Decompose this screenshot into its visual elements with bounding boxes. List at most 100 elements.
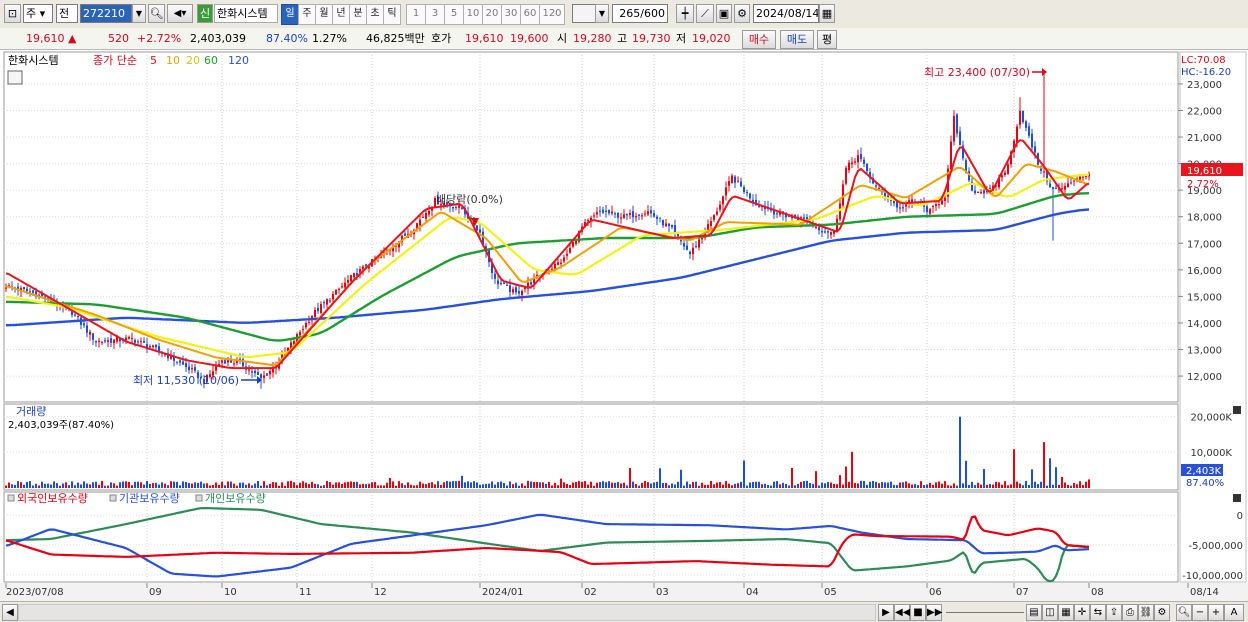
volume-bar xyxy=(173,481,175,488)
link-icon[interactable]: ⛓ xyxy=(1138,604,1154,621)
candle-body xyxy=(608,209,610,214)
crosshair-icon[interactable]: ✛ xyxy=(1074,604,1090,621)
volume-bar xyxy=(272,482,274,488)
compare-icon[interactable]: ⇆ xyxy=(1090,604,1106,621)
forward-icon[interactable]: ▶▶ xyxy=(926,604,942,621)
stock-code-input[interactable]: 272210 xyxy=(80,4,132,23)
volume-bar xyxy=(62,483,64,488)
volume-bar xyxy=(56,483,58,488)
volume-bar xyxy=(692,481,694,488)
prev-select[interactable]: 전 xyxy=(56,4,78,23)
period-tab-4[interactable]: 분 xyxy=(349,4,367,25)
volume-bar xyxy=(131,485,133,488)
zoom-search-icon[interactable]: 🔍︎ xyxy=(1176,604,1192,621)
period-tab-1[interactable]: 주 xyxy=(298,4,316,25)
new-badge[interactable]: 신 xyxy=(197,4,213,23)
zoom-in-icon[interactable]: + xyxy=(1208,604,1224,621)
period-tab-3[interactable]: 년 xyxy=(332,4,350,25)
date-input[interactable]: 2024/08/14 xyxy=(753,4,819,23)
date-tick-label: 08 xyxy=(1091,587,1104,598)
volume-bar xyxy=(437,481,439,488)
candle-body xyxy=(269,371,271,375)
code-dropdown-icon[interactable]: ▼ xyxy=(132,4,146,23)
candle-body xyxy=(188,366,190,371)
period-tab-5[interactable]: 초 xyxy=(366,4,384,25)
volume-bar xyxy=(572,482,574,488)
font-size-icon[interactable]: A xyxy=(1224,604,1244,621)
candle-body xyxy=(1019,110,1021,125)
period-tab-6[interactable]: 틱 xyxy=(383,4,401,25)
stock-chart[interactable]: 12,000 13,000 14,000 15,000 16,000 17,000 18,0… xyxy=(0,50,1248,601)
search-icon[interactable]: 🔍︎ xyxy=(148,4,165,23)
volume-bar xyxy=(446,481,448,488)
chevron-down-icon[interactable]: ▼ xyxy=(595,4,609,23)
candle-body xyxy=(5,287,7,289)
layout-icon[interactable]: ▤ xyxy=(1026,604,1042,621)
candle-body xyxy=(1070,182,1072,184)
window-menu-icon[interactable]: ⊡ xyxy=(4,4,21,23)
print-icon[interactable]: ⎙ xyxy=(1122,604,1138,621)
volume-bar xyxy=(113,483,115,488)
candle-body xyxy=(131,338,133,340)
buy-button[interactable]: 매수 xyxy=(742,30,776,49)
sell-button[interactable]: 매도 xyxy=(780,30,814,49)
drawing-tool-icon[interactable]: ┿ xyxy=(676,4,694,23)
price-tick-label: 16,000 xyxy=(1187,266,1222,277)
calculator-icon[interactable] xyxy=(7,70,23,85)
volume-bar xyxy=(257,481,259,488)
volume-bar xyxy=(353,481,355,488)
candle-body xyxy=(626,213,628,216)
period-tab-11[interactable]: 20 xyxy=(482,4,502,25)
speaker-icon[interactable]: ◀▾ xyxy=(167,4,193,23)
holdings-close-icon[interactable] xyxy=(1233,494,1241,502)
stop-icon[interactable]: ■ xyxy=(910,604,926,621)
candle-body xyxy=(665,223,667,227)
trendline-icon[interactable]: ⟋ xyxy=(696,4,714,23)
period-tab-10[interactable]: 10 xyxy=(463,4,483,25)
volume-bar xyxy=(734,483,736,488)
zoom-out-icon[interactable]: − xyxy=(1192,604,1208,621)
volume-bar xyxy=(182,481,184,488)
grid-icon[interactable]: ▦ xyxy=(1058,604,1074,621)
volume-bar xyxy=(485,483,487,488)
scroll-left-icon[interactable]: ◀ xyxy=(2,604,18,621)
volume-bar xyxy=(323,485,325,488)
scroll-track[interactable] xyxy=(18,604,876,621)
volume-bar xyxy=(134,481,136,488)
options-icon[interactable]: ⚙ xyxy=(1154,604,1170,621)
date-axis-area xyxy=(0,583,1248,601)
volume-bar xyxy=(419,481,421,488)
gear-icon[interactable]: ⚙ xyxy=(734,4,750,23)
candle-body xyxy=(176,361,178,363)
period-tab-13[interactable]: 60 xyxy=(520,4,540,25)
period-tab-2[interactable]: 월 xyxy=(315,4,333,25)
rewind-icon[interactable]: ◀◀ xyxy=(894,604,910,621)
volume-close-icon[interactable] xyxy=(1233,406,1241,414)
volume-bar xyxy=(680,469,682,488)
export-icon[interactable]: ⇪ xyxy=(1106,604,1122,621)
zoom-slider[interactable] xyxy=(946,604,1024,613)
bar-count[interactable]: 265/600 xyxy=(612,4,668,23)
period-tab-12[interactable]: 30 xyxy=(501,4,521,25)
date-tick-label: 02 xyxy=(584,587,597,598)
price-change: 520 xyxy=(108,32,129,45)
period-tab-8[interactable]: 3 xyxy=(425,4,445,25)
period-tab-9[interactable]: 5 xyxy=(444,4,464,25)
volume-bar xyxy=(176,481,178,488)
volume-bar xyxy=(26,481,28,488)
period-tab-14[interactable]: 120 xyxy=(539,4,565,25)
candle-body xyxy=(1067,183,1069,187)
play-icon[interactable]: ▶ xyxy=(878,604,894,621)
volume-bar xyxy=(386,482,388,488)
market-select[interactable]: 주 ▾ xyxy=(23,4,53,23)
candle-body xyxy=(263,375,265,378)
period-tab-7[interactable]: 1 xyxy=(406,4,426,25)
save-icon[interactable]: ▣ xyxy=(716,4,732,23)
split-icon[interactable]: ◫ xyxy=(1042,604,1058,621)
volume-bar xyxy=(413,485,415,488)
evaluate-button[interactable]: 평 xyxy=(817,30,837,49)
period-tab-0[interactable]: 일 xyxy=(281,4,299,25)
volume-bar xyxy=(104,485,106,488)
candle-body xyxy=(719,204,721,210)
calendar-icon[interactable]: ▦ xyxy=(819,4,835,23)
